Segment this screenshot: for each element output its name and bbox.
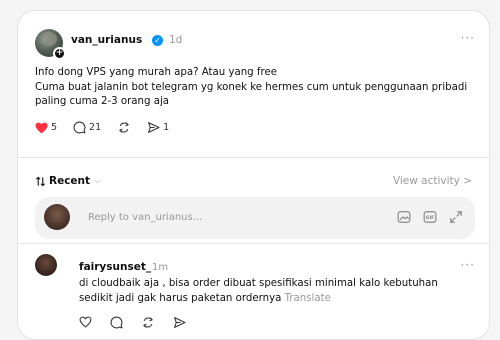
image-icon[interactable] [397,210,411,224]
like-button[interactable]: 5 [35,122,57,134]
divider [18,157,489,158]
reply-input[interactable]: Reply to van_urianus... [88,212,202,223]
plus-icon[interactable]: + [53,47,66,60]
comment-button[interactable]: 21 [73,121,101,134]
post-text: Info dong VPS yang murah apa? Atau yang … [35,67,468,107]
comment-username[interactable]: fairysunset_ [79,261,151,273]
translate-link[interactable]: Translate [285,293,331,304]
share-count: 1 [163,122,170,133]
thread-card: + van_urianus ✓ 1d ··· Info dong VPS yan… [17,10,490,340]
share-button[interactable]: 1 [147,121,169,134]
avatar[interactable] [35,254,57,276]
avatar [44,204,70,230]
repost-icon [119,122,130,133]
author-username[interactable]: van_urianus [71,34,142,46]
expand-icon[interactable] [449,210,463,224]
author-avatar[interactable]: + [35,29,66,60]
sort-dropdown[interactable]: Recent ⌵ [35,175,101,187]
repost-button[interactable] [117,121,131,134]
comment-icon[interactable] [110,316,123,329]
reply-composer[interactable]: Reply to van_urianus... GIF [35,197,475,239]
svg-text:GIF: GIF [426,215,435,221]
sort-icon [35,176,46,186]
comment-icon [73,121,86,134]
comment-body: di cloudbaik aja , bisa order dibuat spe… [79,278,438,304]
share-icon[interactable] [173,316,186,329]
reply-tools: GIF [385,210,463,224]
post-actions: 5 21 1 [35,121,185,134]
comment-actions [79,316,204,329]
heart-icon[interactable] [79,316,92,328]
verified-icon: ✓ [152,35,163,46]
comment-count: 21 [89,122,102,133]
sort-label: Recent [49,175,91,187]
post: + van_urianus ✓ 1d ··· Info dong VPS yan… [18,11,489,159]
chevron-down-icon: ⌵ [94,176,101,186]
comment-more-options-button[interactable]: ··· [461,258,475,272]
like-count: 5 [51,122,58,133]
comment-time: 1m [152,262,169,273]
share-icon [148,122,160,133]
repost-icon[interactable] [141,316,155,329]
more-options-button[interactable]: ··· [461,31,475,45]
post-time: 1d [169,34,183,46]
view-activity-link[interactable]: View activity > [393,175,472,187]
comment-text: di cloudbaik aja , bisa order dibuat spe… [79,277,474,306]
gif-icon[interactable]: GIF [423,210,437,224]
heart-icon [35,122,48,133]
divider [18,243,489,244]
